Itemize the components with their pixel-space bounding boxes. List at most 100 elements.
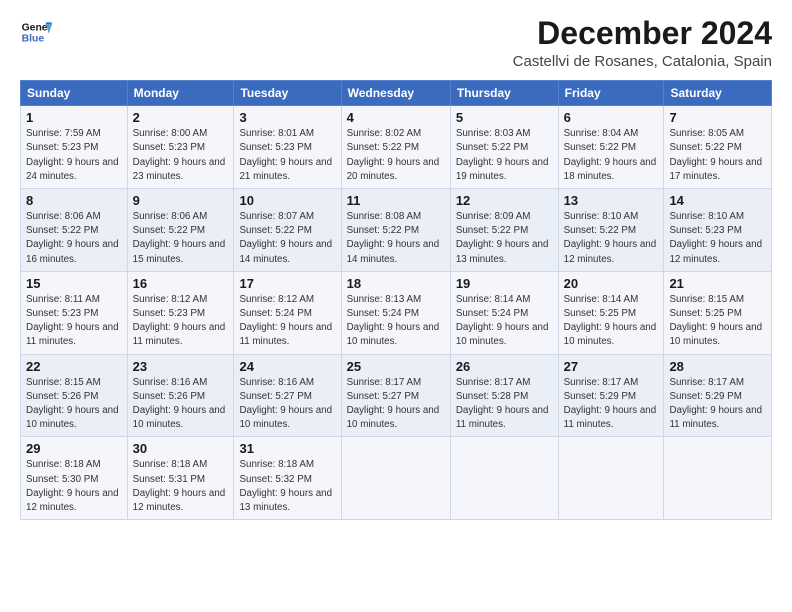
calendar-cell: 22 Sunrise: 8:15 AM Sunset: 5:26 PM Dayli… bbox=[21, 354, 128, 437]
calendar-cell bbox=[558, 437, 664, 520]
day-detail: Sunrise: 8:15 AM Sunset: 5:26 PM Dayligh… bbox=[26, 377, 119, 431]
day-number: 31 bbox=[239, 441, 335, 456]
week-row-3: 15Sunrise: 8:11 AM Sunset: 5:23 PM Dayli… bbox=[21, 271, 772, 354]
calendar-cell: 18 Sunrise: 8:13 AM Sunset: 5:24 PM Dayli… bbox=[341, 271, 450, 354]
day-number: 26 bbox=[456, 359, 553, 374]
day-number: 29 bbox=[26, 441, 122, 456]
day-detail: Sunrise: 8:08 AM Sunset: 5:22 PM Dayligh… bbox=[347, 211, 440, 265]
day-detail: Sunrise: 8:01 AM Sunset: 5:23 PM Dayligh… bbox=[239, 128, 332, 182]
day-number: 20 bbox=[564, 276, 659, 291]
calendar-cell: 27Sunrise: 8:17 AM Sunset: 5:29 PM Dayli… bbox=[558, 354, 664, 437]
day-number: 23 bbox=[133, 359, 229, 374]
calendar-cell: 13 Sunrise: 8:10 AM Sunset: 5:22 PM Dayli… bbox=[558, 189, 664, 272]
calendar-cell: 10Sunrise: 8:07 AM Sunset: 5:22 PM Dayli… bbox=[234, 189, 341, 272]
svg-text:Blue: Blue bbox=[22, 34, 45, 45]
day-detail: Sunrise: 8:17 AM Sunset: 5:27 PM Dayligh… bbox=[347, 377, 440, 431]
calendar-cell: 29 Sunrise: 8:18 AM Sunset: 5:30 PM Dayli… bbox=[21, 437, 128, 520]
calendar-cell: 15Sunrise: 8:11 AM Sunset: 5:23 PM Dayli… bbox=[21, 271, 128, 354]
weekday-header-thursday: Thursday bbox=[450, 81, 558, 106]
day-detail: Sunrise: 8:06 AM Sunset: 5:22 PM Dayligh… bbox=[26, 211, 119, 265]
weekday-header-saturday: Saturday bbox=[664, 81, 772, 106]
calendar-cell: 24Sunrise: 8:16 AM Sunset: 5:27 PM Dayli… bbox=[234, 354, 341, 437]
weekday-header-friday: Friday bbox=[558, 81, 664, 106]
day-number: 13 bbox=[564, 193, 659, 208]
calendar-table: SundayMondayTuesdayWednesdayThursdayFrid… bbox=[20, 80, 772, 520]
day-number: 25 bbox=[347, 359, 445, 374]
day-number: 11 bbox=[347, 193, 445, 208]
day-detail: Sunrise: 8:12 AM Sunset: 5:23 PM Dayligh… bbox=[133, 294, 226, 348]
day-number: 27 bbox=[564, 359, 659, 374]
calendar-cell bbox=[341, 437, 450, 520]
day-detail: Sunrise: 8:10 AM Sunset: 5:23 PM Dayligh… bbox=[669, 211, 762, 265]
page: General Blue December 2024 Castellvi de … bbox=[0, 0, 792, 612]
calendar-cell: 19 Sunrise: 8:14 AM Sunset: 5:24 PM Dayli… bbox=[450, 271, 558, 354]
calendar-cell: 25 Sunrise: 8:17 AM Sunset: 5:27 PM Dayli… bbox=[341, 354, 450, 437]
calendar-cell: 11 Sunrise: 8:08 AM Sunset: 5:22 PM Dayli… bbox=[341, 189, 450, 272]
day-number: 10 bbox=[239, 193, 335, 208]
week-row-2: 8 Sunrise: 8:06 AM Sunset: 5:22 PM Daylig… bbox=[21, 189, 772, 272]
weekday-header-monday: Monday bbox=[127, 81, 234, 106]
calendar-cell: 12Sunrise: 8:09 AM Sunset: 5:22 PM Dayli… bbox=[450, 189, 558, 272]
main-title: December 2024 bbox=[513, 16, 772, 51]
day-number: 22 bbox=[26, 359, 122, 374]
day-number: 7 bbox=[669, 110, 766, 125]
day-detail: Sunrise: 8:03 AM Sunset: 5:22 PM Dayligh… bbox=[456, 128, 549, 182]
day-number: 17 bbox=[239, 276, 335, 291]
calendar-cell: 16 Sunrise: 8:12 AM Sunset: 5:23 PM Dayli… bbox=[127, 271, 234, 354]
weekday-header-tuesday: Tuesday bbox=[234, 81, 341, 106]
day-detail: Sunrise: 8:04 AM Sunset: 5:22 PM Dayligh… bbox=[564, 128, 657, 182]
calendar-cell: 1Sunrise: 7:59 AM Sunset: 5:23 PM Daylig… bbox=[21, 106, 128, 189]
calendar-cell: 21 Sunrise: 8:15 AM Sunset: 5:25 PM Dayli… bbox=[664, 271, 772, 354]
calendar-cell: 20 Sunrise: 8:14 AM Sunset: 5:25 PM Dayli… bbox=[558, 271, 664, 354]
day-number: 8 bbox=[26, 193, 122, 208]
day-number: 16 bbox=[133, 276, 229, 291]
day-detail: Sunrise: 8:18 AM Sunset: 5:30 PM Dayligh… bbox=[26, 459, 119, 513]
calendar-cell bbox=[450, 437, 558, 520]
week-row-4: 22 Sunrise: 8:15 AM Sunset: 5:26 PM Dayli… bbox=[21, 354, 772, 437]
calendar-cell: 17 Sunrise: 8:12 AM Sunset: 5:24 PM Dayli… bbox=[234, 271, 341, 354]
day-number: 14 bbox=[669, 193, 766, 208]
calendar-cell: 3 Sunrise: 8:01 AM Sunset: 5:23 PM Daylig… bbox=[234, 106, 341, 189]
day-number: 2 bbox=[133, 110, 229, 125]
day-number: 15 bbox=[26, 276, 122, 291]
calendar-cell: 23 Sunrise: 8:16 AM Sunset: 5:26 PM Dayli… bbox=[127, 354, 234, 437]
weekday-header-sunday: Sunday bbox=[21, 81, 128, 106]
calendar-cell: 28Sunrise: 8:17 AM Sunset: 5:29 PM Dayli… bbox=[664, 354, 772, 437]
logo: General Blue bbox=[20, 16, 52, 48]
day-number: 30 bbox=[133, 441, 229, 456]
logo-icon: General Blue bbox=[20, 16, 52, 48]
day-detail: Sunrise: 8:18 AM Sunset: 5:32 PM Dayligh… bbox=[239, 459, 332, 513]
day-number: 4 bbox=[347, 110, 445, 125]
day-number: 12 bbox=[456, 193, 553, 208]
calendar-cell: 2 Sunrise: 8:00 AM Sunset: 5:23 PM Daylig… bbox=[127, 106, 234, 189]
calendar-cell: 7Sunrise: 8:05 AM Sunset: 5:22 PM Daylig… bbox=[664, 106, 772, 189]
day-number: 1 bbox=[26, 110, 122, 125]
day-number: 3 bbox=[239, 110, 335, 125]
day-detail: Sunrise: 8:17 AM Sunset: 5:28 PM Dayligh… bbox=[456, 377, 549, 431]
day-detail: Sunrise: 8:00 AM Sunset: 5:23 PM Dayligh… bbox=[133, 128, 226, 182]
calendar-cell bbox=[664, 437, 772, 520]
header: General Blue December 2024 Castellvi de … bbox=[20, 16, 772, 70]
day-detail: Sunrise: 8:16 AM Sunset: 5:26 PM Dayligh… bbox=[133, 377, 226, 431]
week-row-1: 1Sunrise: 7:59 AM Sunset: 5:23 PM Daylig… bbox=[21, 106, 772, 189]
day-detail: Sunrise: 8:13 AM Sunset: 5:24 PM Dayligh… bbox=[347, 294, 440, 348]
day-detail: Sunrise: 8:12 AM Sunset: 5:24 PM Dayligh… bbox=[239, 294, 332, 348]
day-number: 21 bbox=[669, 276, 766, 291]
calendar-cell: 6 Sunrise: 8:04 AM Sunset: 5:22 PM Daylig… bbox=[558, 106, 664, 189]
week-row-5: 29 Sunrise: 8:18 AM Sunset: 5:30 PM Dayli… bbox=[21, 437, 772, 520]
calendar-cell: 30Sunrise: 8:18 AM Sunset: 5:31 PM Dayli… bbox=[127, 437, 234, 520]
day-number: 6 bbox=[564, 110, 659, 125]
day-detail: Sunrise: 8:02 AM Sunset: 5:22 PM Dayligh… bbox=[347, 128, 440, 182]
calendar-cell: 5Sunrise: 8:03 AM Sunset: 5:22 PM Daylig… bbox=[450, 106, 558, 189]
day-detail: Sunrise: 8:15 AM Sunset: 5:25 PM Dayligh… bbox=[669, 294, 762, 348]
calendar-cell: 8 Sunrise: 8:06 AM Sunset: 5:22 PM Daylig… bbox=[21, 189, 128, 272]
day-detail: Sunrise: 8:10 AM Sunset: 5:22 PM Dayligh… bbox=[564, 211, 657, 265]
day-number: 19 bbox=[456, 276, 553, 291]
day-detail: Sunrise: 8:14 AM Sunset: 5:24 PM Dayligh… bbox=[456, 294, 549, 348]
day-number: 18 bbox=[347, 276, 445, 291]
day-detail: Sunrise: 8:14 AM Sunset: 5:25 PM Dayligh… bbox=[564, 294, 657, 348]
subtitle: Castellvi de Rosanes, Catalonia, Spain bbox=[513, 53, 772, 70]
day-detail: Sunrise: 8:06 AM Sunset: 5:22 PM Dayligh… bbox=[133, 211, 226, 265]
weekday-header-wednesday: Wednesday bbox=[341, 81, 450, 106]
day-detail: Sunrise: 8:17 AM Sunset: 5:29 PM Dayligh… bbox=[669, 377, 762, 431]
